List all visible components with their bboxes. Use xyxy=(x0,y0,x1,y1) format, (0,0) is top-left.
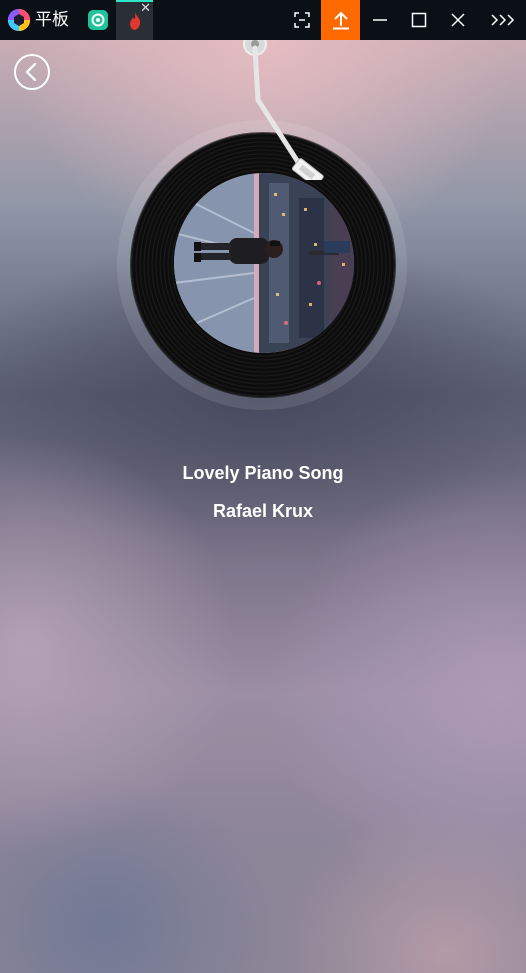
tab-android[interactable] xyxy=(83,4,113,36)
upload-icon xyxy=(332,11,349,30)
screenshot-icon xyxy=(294,12,310,28)
chevron-left-icon xyxy=(25,62,37,82)
more-button[interactable] xyxy=(484,0,522,40)
tab-close-icon[interactable]: ✕ xyxy=(140,1,151,14)
tab-active[interactable]: ✕ xyxy=(116,0,153,40)
album-cover xyxy=(174,173,354,353)
emulator-titlebar: 平板 ✕ xyxy=(0,0,526,40)
tonearm xyxy=(243,40,324,180)
android-tab-icon xyxy=(88,10,108,30)
minimize-button[interactable] xyxy=(364,0,396,40)
song-title: Lovely Piano Song xyxy=(182,463,344,483)
minimize-icon xyxy=(373,19,387,21)
maximize-button[interactable] xyxy=(403,0,435,40)
close-button[interactable] xyxy=(442,0,474,40)
close-icon xyxy=(451,13,465,27)
screenshot-button[interactable] xyxy=(286,0,318,40)
song-artist: Rafael Krux xyxy=(212,501,314,521)
more-icon xyxy=(491,14,515,26)
player-screen: Lovely Piano Song Rafael Krux xyxy=(0,40,526,973)
back-button[interactable] xyxy=(14,54,50,90)
maximize-icon xyxy=(411,12,427,28)
app-title: 平板 xyxy=(35,10,69,30)
app-logo-icon xyxy=(8,9,30,31)
upload-button[interactable] xyxy=(321,0,360,40)
